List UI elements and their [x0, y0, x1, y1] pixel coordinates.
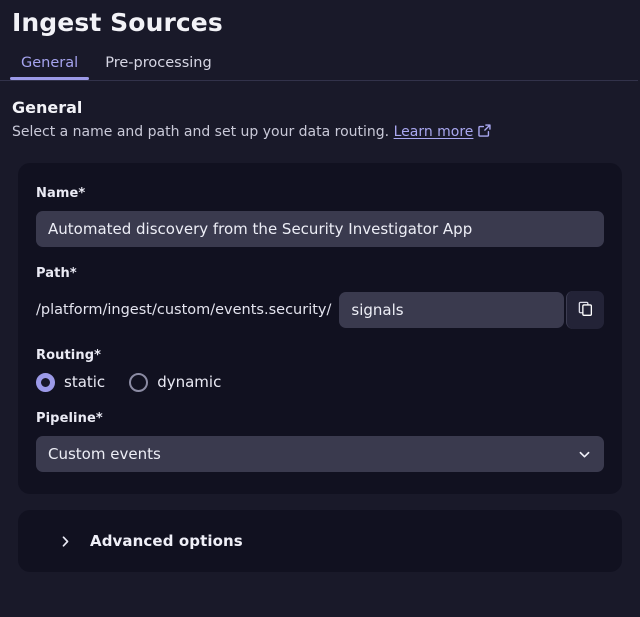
- path-field-block: Path* /platform/ingest/custom/events.sec…: [36, 265, 604, 329]
- name-field-block: Name*: [36, 185, 604, 247]
- section-description: Select a name and path and set up your d…: [12, 122, 628, 145]
- chevron-right-icon[interactable]: [54, 534, 76, 549]
- pipeline-field-label: Pipeline*: [36, 411, 103, 426]
- path-input[interactable]: [339, 292, 564, 328]
- routing-field-block: Routing* static dynamic: [36, 347, 604, 392]
- section-description-text: Select a name and path and set up your d…: [12, 124, 390, 140]
- routing-field-label: Routing*: [36, 348, 102, 363]
- learn-more-link[interactable]: Learn more: [394, 124, 474, 140]
- advanced-options-row[interactable]: Advanced options: [36, 532, 604, 550]
- path-input-wrap: [339, 291, 604, 329]
- tab-general[interactable]: General: [10, 49, 90, 80]
- advanced-options-card[interactable]: Advanced options: [18, 510, 622, 572]
- tab-pre-processing[interactable]: Pre-processing: [94, 49, 222, 80]
- section-heading: General: [12, 98, 83, 117]
- advanced-options-label: Advanced options: [90, 532, 243, 550]
- name-input[interactable]: [36, 211, 604, 247]
- general-settings-card: Name* Path* /platform/ingest/custom/even…: [18, 163, 622, 494]
- path-prefix: /platform/ingest/custom/events.security/: [36, 302, 332, 318]
- pipeline-select-wrap: Custom events: [36, 436, 604, 472]
- name-field-label: Name*: [36, 186, 86, 201]
- routing-option-dynamic-label: dynamic: [157, 373, 222, 391]
- pipeline-field-block: Pipeline* Custom events: [36, 410, 604, 472]
- page-header: Ingest Sources: [0, 0, 640, 38]
- routing-option-static-label: static: [64, 373, 106, 391]
- tab-bar: General Pre-processing: [0, 49, 640, 81]
- copy-path-button[interactable]: [566, 291, 604, 329]
- page-title: Ingest Sources: [12, 8, 223, 37]
- routing-option-static[interactable]: static: [36, 373, 105, 392]
- external-link-icon[interactable]: [477, 123, 492, 145]
- copy-icon: [577, 300, 594, 320]
- radio-dynamic-mark[interactable]: [129, 373, 149, 392]
- routing-option-dynamic[interactable]: dynamic: [129, 373, 221, 392]
- path-field-label: Path*: [36, 266, 77, 281]
- section-intro: General Select a name and path and set u…: [0, 81, 640, 145]
- routing-radio-group: static dynamic: [36, 373, 604, 392]
- radio-static-mark[interactable]: [36, 373, 55, 392]
- path-row: /platform/ingest/custom/events.security/: [36, 291, 604, 329]
- learn-more-label: Learn more: [393, 124, 474, 140]
- pipeline-select[interactable]: Custom events: [36, 436, 604, 472]
